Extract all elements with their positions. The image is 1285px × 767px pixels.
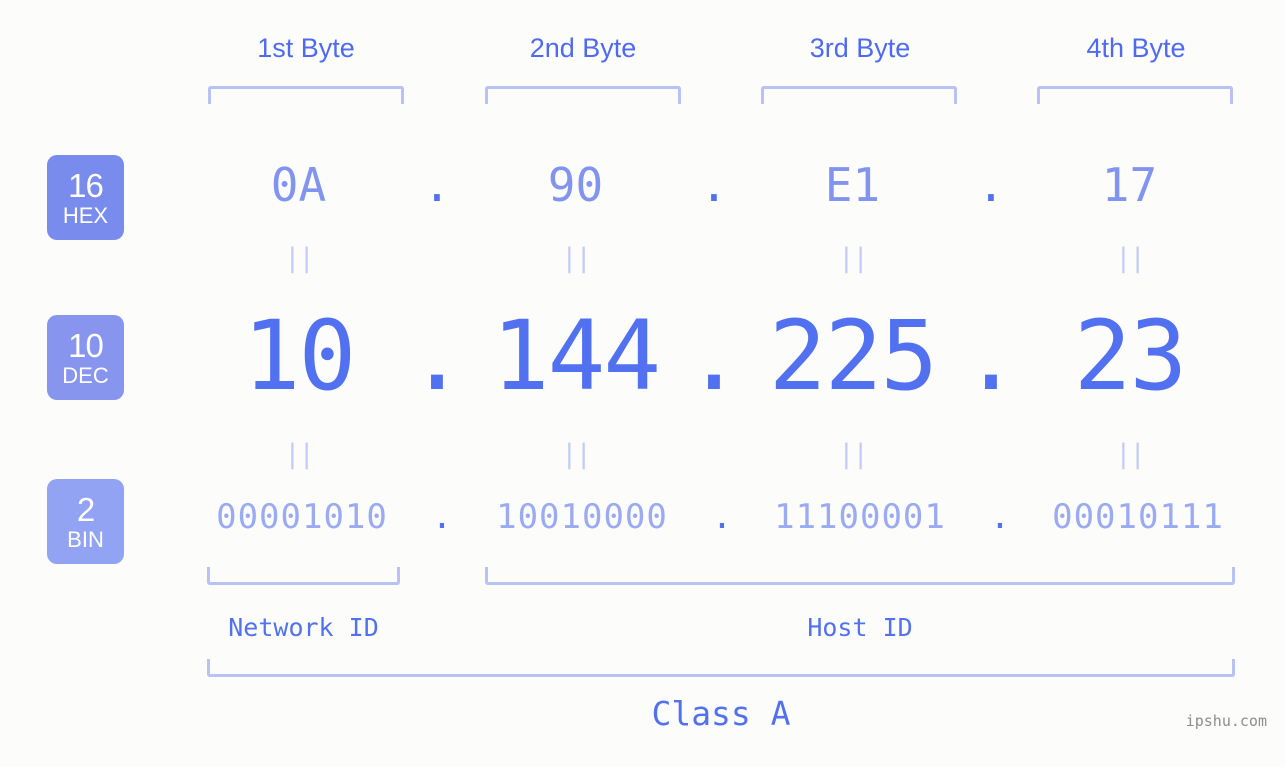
badge-bin: 2 BIN: [47, 479, 124, 564]
bin-byte-2: 10010000: [496, 497, 668, 537]
equality-mark-hex-dec-2: ||: [561, 243, 592, 274]
hex-byte-4: 17: [1101, 158, 1158, 212]
hex-byte-3: E1: [824, 158, 881, 212]
equality-mark-hex-dec-3: ||: [838, 243, 869, 274]
dec-separator-1: .: [408, 300, 466, 412]
badge-bin-base: 2: [76, 490, 95, 528]
badge-dec-base: 10: [68, 326, 104, 364]
bin-byte-1: 00001010: [216, 497, 388, 537]
badge-hex-base: 16: [68, 166, 104, 204]
bin-byte-3: 11100001: [774, 497, 946, 537]
byte-bracket-3: [761, 86, 957, 104]
byte-header-1: 1st Byte: [257, 33, 355, 63]
hex-byte-1: 0A: [270, 158, 327, 212]
equality-mark-dec-bin-1: ||: [284, 439, 315, 470]
class-label: Class A: [651, 694, 791, 733]
badge-hex: 16 HEX: [47, 155, 124, 240]
byte-header-2: 2nd Byte: [529, 33, 637, 63]
hex-separator-1: .: [423, 158, 451, 212]
equality-mark-dec-bin-3: ||: [838, 439, 869, 470]
hex-separator-2: .: [700, 158, 728, 212]
dec-separator-2: .: [685, 300, 743, 412]
byte-bracket-2: [485, 86, 681, 104]
dec-byte-2: 144: [491, 300, 661, 412]
hex-separator-3: .: [977, 158, 1005, 212]
bin-separator-3: .: [989, 497, 1011, 537]
ip-address-diagram: 1st Byte 2nd Byte 3rd Byte 4th Byte 16 H…: [0, 0, 1285, 767]
network-id-bracket: [207, 567, 400, 585]
host-id-label: Host ID: [807, 613, 913, 642]
bin-byte-4: 00010111: [1052, 497, 1224, 537]
equality-mark-dec-bin-4: ||: [1115, 439, 1146, 470]
bin-separator-1: .: [431, 497, 453, 537]
dec-separator-3: .: [962, 300, 1020, 412]
equality-mark-hex-dec-1: ||: [284, 243, 315, 274]
watermark: ipshu.com: [1185, 712, 1267, 730]
bin-separator-2: .: [711, 497, 733, 537]
dec-byte-1: 10: [242, 300, 357, 412]
dec-byte-3: 225: [768, 300, 938, 412]
byte-bracket-4: [1037, 86, 1233, 104]
network-id-label: Network ID: [228, 613, 379, 642]
class-bracket: [207, 659, 1235, 677]
equality-mark-hex-dec-4: ||: [1115, 243, 1146, 274]
byte-header-4: 4th Byte: [1086, 33, 1186, 63]
badge-hex-system: HEX: [62, 202, 109, 228]
badge-dec: 10 DEC: [47, 315, 124, 400]
dec-byte-4: 23: [1073, 300, 1188, 412]
badge-dec-system: DEC: [62, 362, 109, 388]
host-id-bracket: [485, 567, 1235, 585]
badge-bin-system: BIN: [67, 526, 104, 552]
byte-header-3: 3rd Byte: [809, 33, 911, 63]
hex-byte-2: 90: [547, 158, 604, 212]
equality-mark-dec-bin-2: ||: [561, 439, 592, 470]
byte-bracket-1: [208, 86, 404, 104]
